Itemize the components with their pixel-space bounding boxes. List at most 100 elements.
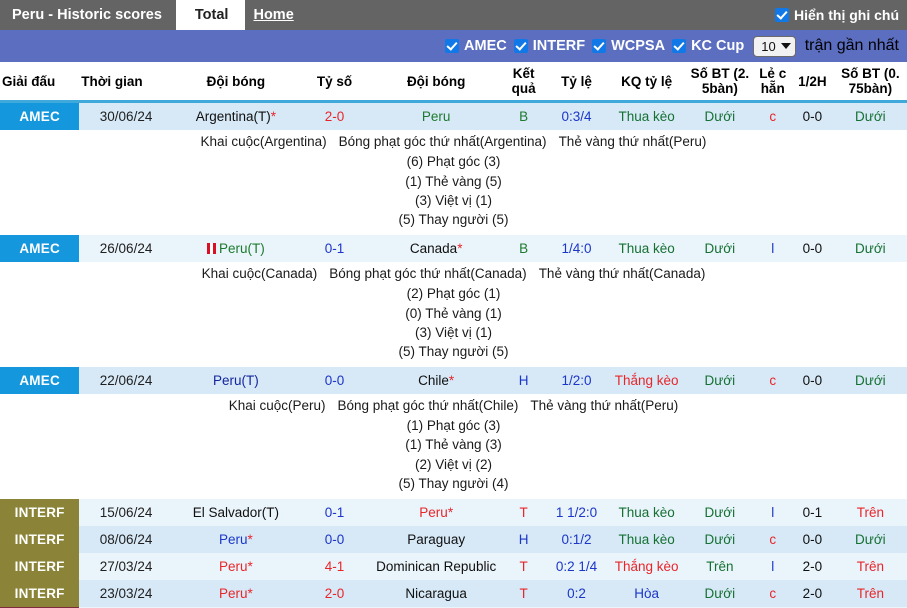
notes-stat-line: (1) Phạt góc (3) [406,418,501,434]
cell-away-team[interactable]: Chile* [370,366,503,394]
bt-25-label: Dưới [704,372,736,388]
cell-time: 23/03/24 [79,579,173,607]
home-team-label: Peru [218,585,248,601]
table-row[interactable]: INTERF 23/03/24 Peru* 2-0 Nicaragua T 0:2 Hòa Dư… [0,579,907,607]
column-header-league[interactable]: Giải đấu [0,62,80,104]
league-badge[interactable]: INTERF [0,552,80,580]
filter-kccup[interactable]: KC Cup [672,38,744,54]
match-count-select[interactable]: 10 [753,35,796,57]
cell-away-team[interactable]: Canada* [370,235,503,263]
cell-home-team[interactable]: Argentina(T)* [172,101,299,131]
cell-away-team[interactable]: Paraguay [370,525,503,553]
column-header-time[interactable]: Thời gian [79,62,173,104]
cell-league[interactable]: INTERF [0,498,80,526]
checkbox-amec-icon[interactable] [445,39,460,53]
notes-stat-line: (5) Thay người (4) [398,475,509,491]
cell-score: 0-0 [298,366,371,394]
league-badge[interactable]: AMEC [0,103,80,131]
score-label: 0-0 [324,372,345,388]
league-badge[interactable]: INTERF [0,579,80,607]
notes-headline-item: Khai cuộc(Peru) [228,397,326,413]
cell-league[interactable]: AMEC [0,235,80,263]
column-header-rate[interactable]: Tỷ lệ [544,62,608,104]
league-badge[interactable]: AMEC [0,235,80,263]
tab-home[interactable]: Home [245,0,303,30]
cell-kq-rate: Thua kèo [608,235,686,263]
table-row[interactable]: INTERF 08/06/24 Peru* 0-0 Paraguay H 0:1/2 Thua… [0,525,907,553]
cell-away-team[interactable]: Peru* [370,498,503,526]
cell-home-team[interactable]: Peru* [172,525,299,553]
column-header-half-time[interactable]: 1/2H [791,62,834,104]
cell-odd-even: l [754,552,791,580]
home-away-star-icon: * [247,531,253,547]
cell-home-team[interactable]: Peru* [172,579,299,607]
filter-amec[interactable]: AMEC [445,38,507,54]
filter-wcpsa[interactable]: WCPSA [592,38,665,54]
show-notes-label: Hiển thị ghi chú [794,7,899,23]
notes-headline: Khai cuộc(Canada) Bóng phạt góc thứ nhất(… [0,264,907,284]
filter-interf[interactable]: INTERF [513,38,585,54]
cell-kq-rate: Thua kèo [608,525,686,553]
bt-075-label: Dưới [855,372,886,388]
league-badge[interactable]: INTERF [0,525,80,553]
chevron-down-icon [780,43,791,49]
rate-label: 1/4:0 [561,241,592,257]
table-row[interactable]: AMEC 22/06/24 Peru(T) 0-0 Chile* H 1/2:0 Thắng … [0,366,907,394]
notes-stat-line: (2) Việt vị (2) [414,456,493,472]
filter-wcpsa-label: WCPSA [611,38,666,54]
bt-075-label: Trên [856,504,884,520]
column-header-score[interactable]: Tỷ số [298,62,371,104]
table-row[interactable]: AMEC 26/06/24 Peru(T) 0-1 Canada* B 1/4:0 Thua … [0,235,907,263]
cell-league[interactable]: AMEC [0,366,80,394]
cell-result: T [502,579,545,607]
notes-headline-item: Khai cuộc(Argentina) [200,134,327,150]
odd-even-label: l [771,558,775,574]
checkbox-interf-icon[interactable] [513,39,528,53]
column-header-kq-rate[interactable]: KQ tỷ lệ [608,62,686,104]
notes-headline-item: Khai cuộc(Canada) [201,266,318,282]
result-label: B [519,109,529,125]
notes-headline-item: Bóng phạt góc thứ nhất(Argentina) [338,134,547,150]
table-row[interactable]: INTERF 27/03/24 Peru* 4-1 Dominican Republic… [0,552,907,580]
cell-away-team[interactable]: Nicaragua [370,579,503,607]
column-header-away-team[interactable]: Đội bóng [370,62,503,104]
top-bar: Peru - Historic scores Total Home Hiển t… [0,0,907,30]
checkbox-kccup-icon[interactable] [672,39,687,53]
cell-away-team[interactable]: Peru [370,101,503,131]
cell-home-team[interactable]: El Salvador(T) [172,498,299,526]
notes-stat-line: (5) Thay người (5) [398,211,509,227]
column-header-result[interactable]: Kết quả [502,62,545,104]
notes-stat-line: (3) Việt vị (1) [414,192,493,208]
cell-home-team[interactable]: Peru(T) [172,235,299,263]
cell-league[interactable]: AMEC [0,101,80,131]
cell-rate: 1/4:0 [544,235,608,263]
cell-league[interactable]: INTERF [0,552,80,580]
cell-league[interactable]: INTERF [0,525,80,553]
score-label: 2-0 [324,585,345,601]
column-header-bt-25[interactable]: Số BT (2. 5bàn) [685,62,755,104]
match-count-suffix-label: trận gần nhất [804,37,899,54]
half-time-label: 2-0 [802,585,823,601]
tab-total[interactable]: Total [177,0,246,30]
score-label: 2-0 [324,109,345,125]
cell-home-team[interactable]: Peru* [172,552,299,580]
league-badge[interactable]: INTERF [0,498,80,526]
cell-odd-even: c [754,525,791,553]
column-header-home-team[interactable]: Đội bóng [172,62,299,104]
league-badge[interactable]: AMEC [0,366,80,394]
cell-bt-075: Trên [833,579,907,607]
cell-home-team[interactable]: Peru(T) [172,366,299,394]
cell-league[interactable]: INTERF [0,579,80,607]
rate-label: 0:2 [567,585,586,601]
table-row[interactable]: AMEC 30/06/24 Argentina(T)* 2-0 Peru B 0:3/4 Th… [0,101,907,131]
checkbox-wcpsa-icon[interactable] [592,39,607,53]
table-row[interactable]: INTERF 15/06/24 El Salvador(T) 0-1 Peru* T 1 1… [0,498,907,526]
show-notes-checkbox[interactable] [775,8,789,22]
odd-even-label: c [769,585,777,601]
cell-half-time: 2-0 [791,579,834,607]
cell-bt-25: Dưới [685,498,755,526]
column-header-odd-even[interactable]: Lẻ c hẵn [754,62,791,104]
cell-away-team[interactable]: Dominican Republic [370,552,503,580]
column-header-bt-075[interactable]: Số BT (0. 75bàn) [833,62,907,104]
home-away-star-icon: * [270,109,277,125]
